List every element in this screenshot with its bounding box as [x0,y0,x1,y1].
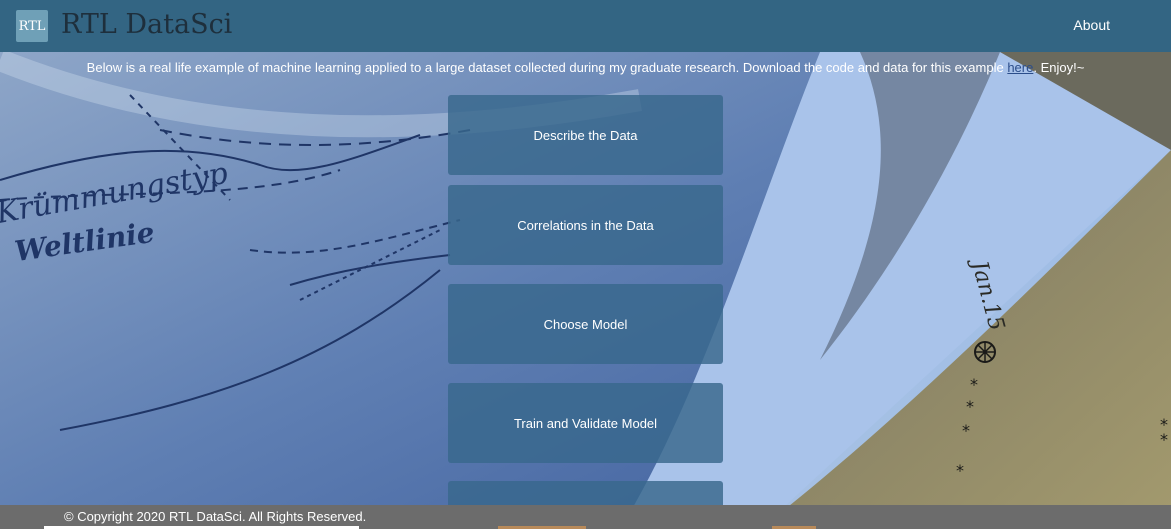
svg-text:*: * [956,461,964,480]
intro-text-after: . Enjoy!~ [1033,60,1085,75]
card-label: Choose Model [543,316,628,332]
logo-badge[interactable]: RTL [16,10,48,42]
about-link[interactable]: About [1073,17,1110,33]
copyright-text: © Copyright 2020 RTL DataSci. All Rights… [64,509,367,524]
download-here-link[interactable]: here [1007,60,1033,75]
correlations-button[interactable]: Correlations in the Data [448,185,723,265]
card-label: Train and Validate Model [513,415,658,431]
svg-text:*: * [966,397,974,416]
card-label: Describe the Data [533,127,638,143]
svg-text:*: * [970,375,978,394]
brand-name[interactable]: RTL DataSci [61,7,232,43]
train-validate-button[interactable]: Train and Validate Model [448,383,723,463]
top-navbar: RTL RTL DataSci About [0,0,1171,52]
next-section-button[interactable] [448,481,723,505]
footer: © Copyright 2020 RTL DataSci. All Rights… [0,505,1171,529]
intro-text-before: Below is a real life example of machine … [86,60,1008,75]
svg-text:*: * [962,421,970,440]
card-label: Correlations in the Data [517,217,654,233]
svg-text:*: * [1160,430,1168,449]
describe-data-button[interactable]: Describe the Data [448,95,723,175]
choose-model-button[interactable]: Choose Model [448,284,723,364]
intro-text: Below is a real life example of machine … [0,60,1171,76]
